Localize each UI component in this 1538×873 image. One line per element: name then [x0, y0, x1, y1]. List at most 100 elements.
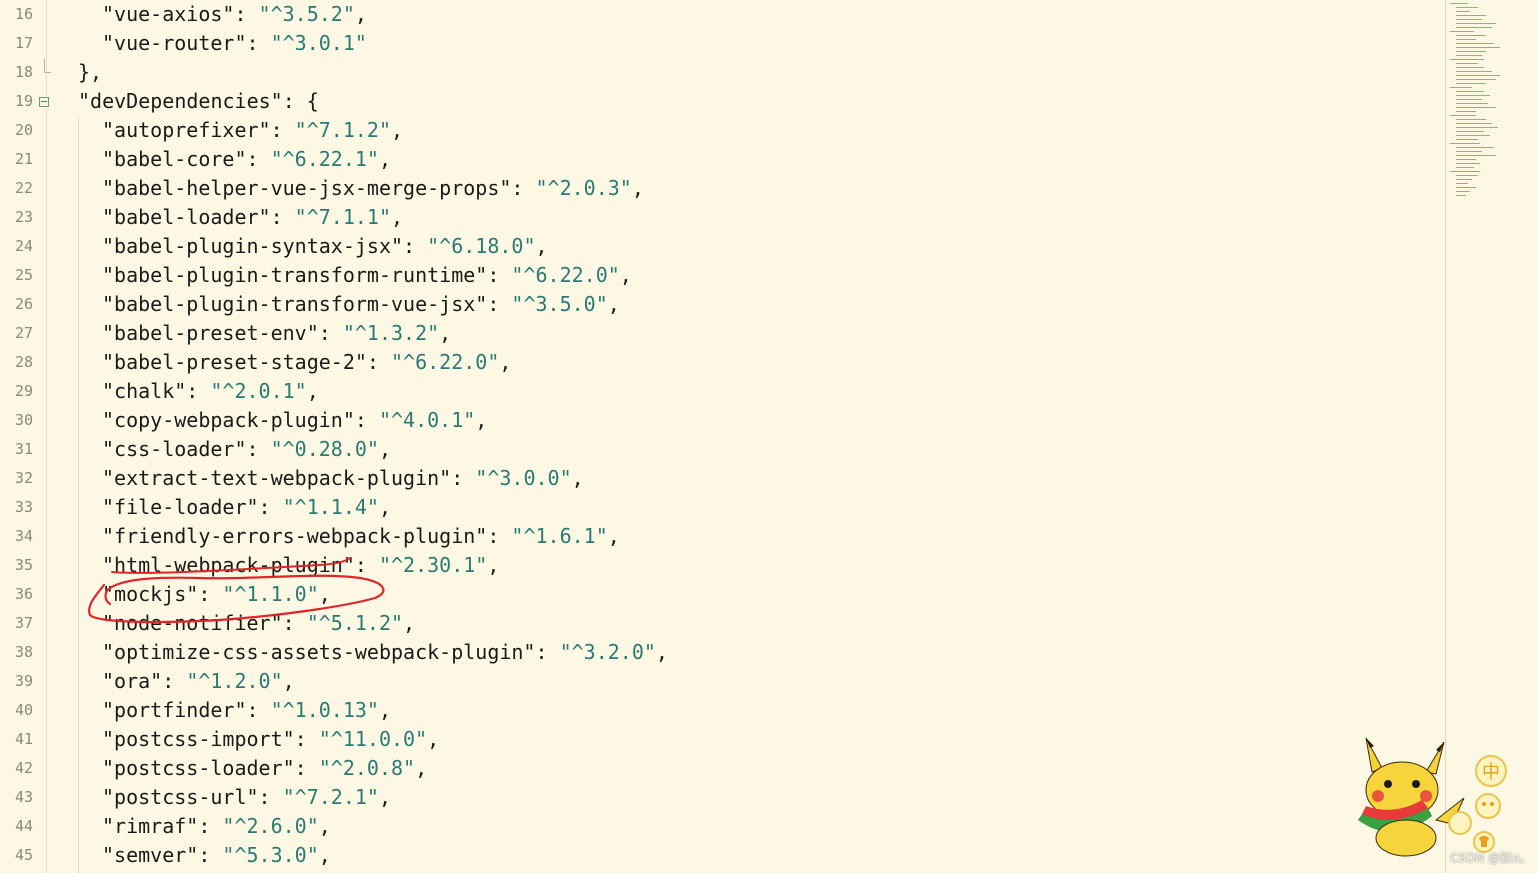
code-line[interactable]: 21 "babel-core": "^6.22.1",	[0, 145, 1445, 174]
code-text: "autoprefixer": "^7.1.2",	[102, 116, 403, 145]
json-key: "postcss-import"	[102, 727, 295, 751]
json-comma: ,	[607, 524, 620, 548]
json-key: "chalk"	[102, 379, 187, 403]
code-line[interactable]: 32 "extract-text-webpack-plugin": "^3.0.0…	[0, 464, 1445, 493]
line-number: 28	[14, 353, 33, 371]
line-number: 44	[14, 817, 33, 835]
json-key: "postcss-url"	[102, 785, 259, 809]
code-line[interactable]: 34 "friendly-errors-webpack-plugin": "^1.…	[0, 522, 1445, 551]
code-line[interactable]: 22 "babel-helper-vue-jsx-merge-props": "^…	[0, 174, 1445, 203]
code-text: "friendly-errors-webpack-plugin": "^1.6.…	[102, 522, 620, 551]
code-line[interactable]: 44 "rimraf": "^2.6.0",	[0, 812, 1445, 841]
code-line[interactable]: 18},	[0, 58, 1445, 87]
json-separator: :	[366, 350, 391, 374]
line-number: 16	[14, 5, 33, 23]
code-line[interactable]: 20 "autoprefixer": "^7.1.2",	[0, 116, 1445, 145]
json-value: "^2.0.3"	[535, 176, 632, 200]
minimap-line	[1456, 131, 1484, 133]
code-line[interactable]: 25 "babel-plugin-transform-runtime": "^6.…	[0, 261, 1445, 290]
emoji-icon[interactable]	[1473, 791, 1503, 821]
code-line[interactable]: 41 "postcss-import": "^11.0.0",	[0, 725, 1445, 754]
code-line[interactable]: 45 "semver": "^5.3.0",	[0, 841, 1445, 870]
code-line[interactable]: 29 "chalk": "^2.0.1",	[0, 377, 1445, 406]
code-line[interactable]: 24 "babel-plugin-syntax-jsx": "^6.18.0",	[0, 232, 1445, 261]
line-number: 22	[14, 179, 33, 197]
code-line[interactable]: 28 "babel-preset-stage-2": "^6.22.0",	[0, 348, 1445, 377]
json-key: "portfinder"	[102, 698, 247, 722]
minimap-line	[1450, 171, 1480, 173]
minimap-line	[1456, 39, 1476, 41]
json-separator: :	[451, 466, 476, 490]
line-number: 26	[14, 295, 33, 313]
code-text: "postcss-import": "^11.0.0",	[102, 725, 439, 754]
code-line[interactable]: 26 "babel-plugin-transform-vue-jsx": "^3.…	[0, 290, 1445, 319]
json-value: "^6.22.0"	[391, 350, 500, 374]
code-text: "extract-text-webpack-plugin": "^3.0.0",	[102, 464, 584, 493]
code-line[interactable]: 19 "devDependencies": {	[0, 87, 1445, 116]
json-value: "^0.28.0"	[270, 437, 379, 461]
code-text: "rimraf": "^2.6.0",	[102, 812, 331, 841]
code-text: "chalk": "^2.0.1",	[102, 377, 319, 406]
json-comma: ,	[535, 234, 548, 258]
json-key: },	[78, 60, 103, 84]
code-line[interactable]: 27 "babel-preset-env": "^1.3.2",	[0, 319, 1445, 348]
line-number: 42	[14, 759, 33, 777]
code-line[interactable]: 30 "copy-webpack-plugin": "^4.0.1",	[0, 406, 1445, 435]
minimap-line	[1456, 155, 1496, 157]
code-line[interactable]: 37 "node-notifier": "^5.1.2",	[0, 609, 1445, 638]
code-line[interactable]: 31 "css-loader": "^0.28.0",	[0, 435, 1445, 464]
code-text: "mockjs": "^1.1.0",	[102, 580, 331, 609]
minimap-line	[1450, 59, 1484, 61]
json-comma: ,	[487, 553, 500, 577]
code-line[interactable]: 40 "portfinder": "^1.0.13",	[0, 696, 1445, 725]
json-separator: :	[198, 814, 223, 838]
code-line[interactable]: 36 "mockjs": "^1.1.0",	[0, 580, 1445, 609]
json-separator: :	[487, 524, 512, 548]
code-line[interactable]: 38 "optimize-css-assets-webpack-plugin": …	[0, 638, 1445, 667]
json-key: "babel-plugin-transform-vue-jsx"	[102, 292, 488, 316]
code-text: "babel-loader": "^7.1.1",	[102, 203, 403, 232]
code-line[interactable]: 23 "babel-loader": "^7.1.1",	[0, 203, 1445, 232]
ime-icon[interactable]: 中	[1473, 753, 1509, 789]
minimap-line	[1456, 79, 1496, 81]
line-number: 36	[14, 585, 33, 603]
pikachu-mascot-icon	[1358, 737, 1469, 857]
json-comma: ,	[619, 263, 632, 287]
json-separator: :	[487, 292, 512, 316]
fold-toggle-icon[interactable]	[39, 97, 49, 107]
code-text: "babel-preset-env": "^1.3.2",	[102, 319, 451, 348]
code-line[interactable]: 39 "ora": "^1.2.0",	[0, 667, 1445, 696]
code-text: "babel-preset-stage-2": "^6.22.0",	[102, 348, 511, 377]
json-value: "^2.0.1"	[210, 379, 307, 403]
json-key: "babel-loader"	[102, 205, 271, 229]
minimap-line	[1456, 47, 1500, 49]
code-line[interactable]: 33 "file-loader": "^1.1.4",	[0, 493, 1445, 522]
json-value: "^4.0.1"	[378, 408, 476, 432]
line-number: 39	[14, 672, 33, 690]
json-value: "^11.0.0"	[318, 727, 428, 751]
json-key: "html-webpack-plugin"	[102, 553, 355, 577]
minimap-line	[1456, 187, 1476, 189]
code-line[interactable]: 42 "postcss-loader": "^2.0.8",	[0, 754, 1445, 783]
json-key: "optimize-css-assets-webpack-plugin"	[102, 640, 536, 664]
code-line[interactable]: 17 "vue-router": "^3.0.1"	[0, 29, 1445, 58]
json-comma: ,	[439, 321, 452, 345]
code-text: "babel-core": "^6.22.1",	[102, 145, 391, 174]
json-key: "babel-core"	[102, 147, 247, 171]
minimap-line	[1456, 95, 1490, 97]
json-value: "^7.1.1"	[294, 205, 391, 229]
json-value: "^6.18.0"	[427, 234, 536, 258]
minimap-line	[1456, 111, 1476, 113]
minimap-line	[1456, 71, 1492, 73]
json-key: "devDependencies"	[78, 89, 283, 113]
code-text: "vue-router": "^3.0.1"	[102, 29, 367, 58]
json-separator: :	[270, 118, 295, 142]
json-separator: : {	[282, 89, 319, 113]
json-value: "^2.30.1"	[378, 553, 488, 577]
code-text: "css-loader": "^0.28.0",	[102, 435, 391, 464]
minimap-line	[1456, 167, 1474, 169]
code-line[interactable]: 43 "postcss-url": "^7.2.1",	[0, 783, 1445, 812]
code-line[interactable]: 16 "vue-axios": "^3.5.2",	[0, 0, 1445, 29]
code-line[interactable]: 35 "html-webpack-plugin": "^2.30.1",	[0, 551, 1445, 580]
code-editor[interactable]: 16 "vue-axios": "^3.5.2", 17 "vue-router": …	[0, 0, 1445, 873]
